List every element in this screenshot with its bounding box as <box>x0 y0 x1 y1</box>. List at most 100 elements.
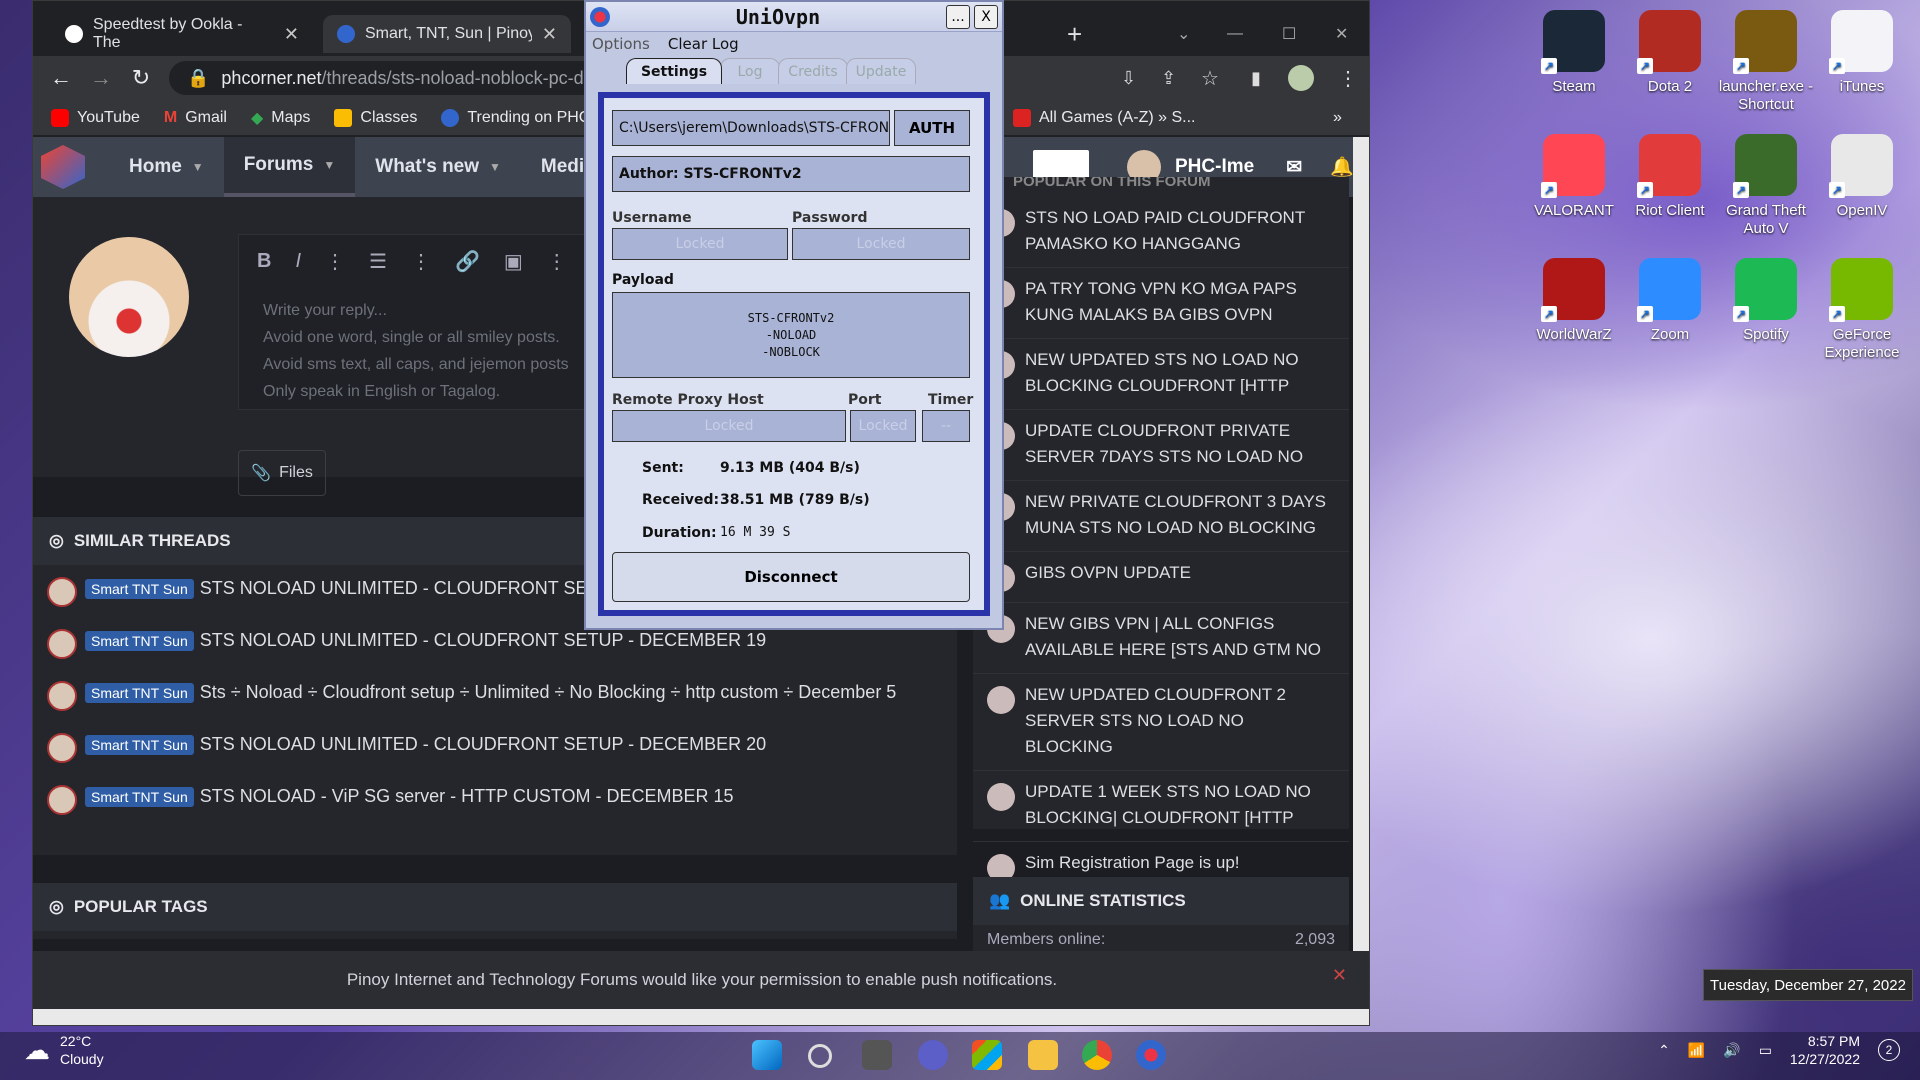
popular-thread-item[interactable]: NEW UPDATED CLOUDFRONT 2 SERVER STS NO L… <box>973 674 1349 771</box>
mail-icon[interactable]: ✉ <box>1286 156 1302 179</box>
desktop-shortcut[interactable]: ↗ launcher.exe - Shortcut <box>1718 6 1814 116</box>
chevron-down-icon[interactable]: ▼ <box>323 158 335 172</box>
minimize-window-button[interactable]: — <box>1213 15 1257 53</box>
tab-update[interactable]: Update <box>846 58 916 84</box>
attach-files-button[interactable]: 📎 Files <box>238 450 326 496</box>
thread-prefix-badge[interactable]: Smart TNT Sun <box>85 683 194 703</box>
reply-editor[interactable]: B I ⋮ ☰ ⋮ 🔗 ▣ ⋮ Write your reply... Avoi… <box>238 234 608 410</box>
reload-icon[interactable]: ↻ <box>121 65 161 91</box>
desktop-shortcut[interactable]: ↗ iTunes <box>1814 6 1910 116</box>
popular-thread-item[interactable]: NEW PRIVATE CLOUDFRONT 3 DAYS MUNA STS N… <box>973 481 1349 552</box>
chevron-up-icon[interactable]: ⌃ <box>1658 1042 1670 1059</box>
desktop-shortcut[interactable]: ↗ Spotify <box>1718 254 1814 364</box>
thread-prefix-badge[interactable]: Smart TNT Sun <box>85 735 194 755</box>
uniovpn-taskbar-icon[interactable] <box>1136 1040 1166 1070</box>
menu-clear-log[interactable]: Clear Log <box>668 35 739 53</box>
link-icon[interactable]: 🔗 <box>455 249 480 274</box>
reply-placeholder[interactable]: Write your reply... Avoid one word, sing… <box>239 287 607 415</box>
bookmark-youtube[interactable]: YouTube <box>51 108 140 127</box>
more-options-icon[interactable]: ⋮ <box>325 249 345 274</box>
bookmark-classes[interactable]: Classes <box>334 108 417 127</box>
chevron-down-icon[interactable]: ▼ <box>192 160 204 174</box>
image-icon[interactable]: ▣ <box>504 249 523 274</box>
task-view-icon[interactable] <box>862 1040 892 1070</box>
clock[interactable]: 8:57 PM 12/27/2022 <box>1790 1032 1860 1068</box>
start-icon[interactable] <box>752 1040 782 1070</box>
thread-author-avatar[interactable] <box>47 733 77 763</box>
thread-title[interactable]: STS NOLOAD - ViP SG server - HTTP CUSTOM… <box>200 786 734 806</box>
weather-widget[interactable]: ☁ 22°C Cloudy <box>24 1032 104 1068</box>
popular-thread-item[interactable]: GIBS OVPN UPDATE <box>973 552 1349 603</box>
vpn-minimize-button[interactable]: ... <box>946 4 970 29</box>
thread-title[interactable]: STS NOLOAD UNLIMITED - CLOUDFRONT SETUP <box>200 578 624 598</box>
bold-icon[interactable]: B <box>257 250 271 273</box>
desktop-shortcut[interactable]: ↗ Riot Client <box>1622 130 1718 240</box>
more-options-icon[interactable]: ⋮ <box>547 249 567 274</box>
tab-speedtest[interactable]: Speedtest by Ookla - The ✕ <box>51 15 313 53</box>
popular-thread-item[interactable]: NEW UPDATED STS NO LOAD NO BLOCKING CLOU… <box>973 339 1349 410</box>
disconnect-button[interactable]: Disconnect <box>612 552 970 602</box>
forward-icon[interactable]: → <box>81 65 121 91</box>
bookmark-maps[interactable]: ◆ Maps <box>251 108 310 128</box>
popular-thread-item[interactable]: STS NO LOAD PAID CLOUDFRONT PAMASKO KO H… <box>973 197 1349 268</box>
italic-icon[interactable]: I <box>295 250 301 273</box>
thread-row[interactable]: Smart TNT Sun STS NOLOAD UNLIMITED - CLOU… <box>33 721 957 773</box>
popular-thread-item[interactable]: UPDATE 1 WEEK STS NO LOAD NO BLOCKING| C… <box>973 771 1349 842</box>
thread-author-avatar[interactable] <box>987 686 1015 714</box>
share-icon[interactable]: ⇪ <box>1161 68 1176 89</box>
payload-field[interactable]: STS-CFRONTv2 -NOLOAD -NOBLOCK <box>612 292 970 378</box>
chat-icon[interactable] <box>918 1040 948 1070</box>
close-tab-icon[interactable]: ✕ <box>284 24 299 45</box>
list-icon[interactable]: ☰ <box>369 249 387 274</box>
notification-badge[interactable]: 2 <box>1878 1039 1900 1061</box>
thread-prefix-badge[interactable]: Smart TNT Sun <box>85 631 194 651</box>
bookmark-star-icon[interactable]: ☆ <box>1201 66 1219 91</box>
nav-whats-new[interactable]: What's new ▼ <box>355 137 521 197</box>
chrome-icon[interactable] <box>1082 1040 1112 1070</box>
close-tab-icon[interactable]: ✕ <box>542 24 557 45</box>
desktop-shortcut[interactable]: ↗ GeForce Experience <box>1814 254 1910 364</box>
chevron-down-icon[interactable]: ▼ <box>489 160 501 174</box>
volume-icon[interactable]: 🔊 <box>1723 1042 1740 1059</box>
menu-kebab-icon[interactable]: ⋮ <box>1338 66 1358 91</box>
bookmark-trending[interactable]: Trending on PHCo <box>441 108 599 127</box>
thread-author-avatar[interactable] <box>47 681 77 711</box>
desktop-shortcut[interactable]: ↗ Grand Theft Auto V <box>1718 130 1814 240</box>
url-field[interactable]: 🔒 phcorner.net/threads/sts-noload-nobloc… <box>169 61 605 95</box>
desktop-shortcut[interactable]: ↗ VALORANT <box>1526 130 1622 240</box>
bell-icon[interactable]: 🔔 <box>1330 155 1354 179</box>
auth-button[interactable]: AUTH <box>894 110 970 146</box>
username-link[interactable]: PHC-Ime <box>1175 156 1254 178</box>
password-field[interactable]: Locked <box>792 228 970 260</box>
popular-thread-title[interactable]: PA TRY TONG VPN KO MGA PAPS KUNG MALAKS … <box>1025 276 1335 328</box>
thread-prefix-badge[interactable]: Smart TNT Sun <box>85 787 194 807</box>
popular-thread-title[interactable]: UPDATE CLOUDFRONT PRIVATE SERVER 7DAYS S… <box>1025 418 1335 470</box>
popular-thread-title[interactable]: NEW UPDATED CLOUDFRONT 2 SERVER STS NO L… <box>1025 682 1335 760</box>
popular-thread-item[interactable]: NEW GIBS VPN | ALL CONFIGS AVAILABLE HER… <box>973 603 1349 674</box>
new-tab-button[interactable]: + <box>1053 15 1093 53</box>
desktop-shortcut[interactable]: ↗ Dota 2 <box>1622 6 1718 116</box>
thread-author-avatar[interactable] <box>47 785 77 815</box>
nav-home[interactable]: Home ▼ <box>109 137 224 197</box>
popular-thread-title[interactable]: STS NO LOAD PAID CLOUDFRONT PAMASKO KO H… <box>1025 205 1335 257</box>
vpn-close-button[interactable]: X <box>974 4 998 29</box>
file-explorer-icon[interactable] <box>1028 1040 1058 1070</box>
bookmark-all-games[interactable]: All Games (A-Z) » S... <box>1013 108 1195 127</box>
desktop-shortcut[interactable]: ↗ OpenIV <box>1814 130 1910 240</box>
wifi-icon[interactable]: 📶 <box>1688 1042 1705 1059</box>
vertical-scrollbar[interactable] <box>1353 137 1369 1009</box>
bookmark-gmail[interactable]: M Gmail <box>164 109 227 127</box>
nav-forums[interactable]: Forums ▼ <box>223 137 356 197</box>
maximize-window-button[interactable]: ☐ <box>1268 15 1310 53</box>
proxy-host-field[interactable]: Locked <box>612 410 846 442</box>
popular-thread-title[interactable]: GIBS OVPN UPDATE <box>1025 560 1191 592</box>
sidepanel-icon[interactable]: ▮ <box>1251 68 1261 89</box>
horizontal-scrollbar[interactable] <box>33 1009 1369 1025</box>
search-icon[interactable] <box>808 1044 832 1068</box>
tab-search-icon[interactable]: ⌄ <box>1163 15 1204 53</box>
menu-options[interactable]: Options <box>592 35 650 53</box>
close-icon[interactable]: ✕ <box>1332 965 1347 986</box>
thread-row[interactable]: Smart TNT Sun STS NOLOAD - ViP SG server … <box>33 773 957 825</box>
desktop-shortcut[interactable]: ↗ Zoom <box>1622 254 1718 364</box>
phcorner-logo-icon[interactable] <box>41 145 85 189</box>
